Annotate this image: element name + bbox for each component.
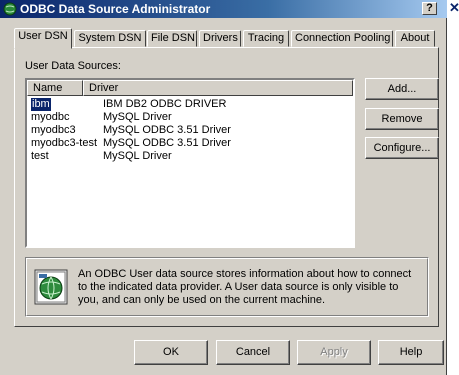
list-item[interactable]: myodbc3-test MySQL ODBC 3.51 Driver [27, 137, 353, 150]
dsn-name: myodbc3 [31, 124, 76, 136]
apply-button-label: Apply [320, 346, 348, 358]
dsn-name: myodbc [31, 111, 70, 123]
remove-button-label: Remove [381, 113, 423, 125]
help-button-label: Help [399, 346, 423, 358]
tab-user-dsn[interactable]: User DSN [14, 28, 72, 49]
tab-system-dsn[interactable]: System DSN [74, 30, 146, 47]
user-dsn-panel: User Data Sources: Name Driver ibm IBM D… [14, 47, 439, 327]
dsn-driver: MySQL Driver [103, 111, 172, 123]
cancel-button-label: Cancel [235, 346, 271, 358]
add-button-label: Add... [387, 83, 417, 95]
tab-about[interactable]: About [395, 30, 435, 47]
remove-button[interactable]: Remove [365, 108, 439, 130]
help-title-button[interactable]: ? [422, 2, 437, 15]
configure-button[interactable]: Configure... [365, 137, 439, 159]
add-button[interactable]: Add... [365, 78, 439, 100]
ok-button[interactable]: OK [134, 340, 208, 365]
info-box: An ODBC User data source stores informat… [25, 257, 429, 317]
dsn-name: test [31, 150, 49, 162]
dsn-name: ibm [30, 97, 52, 112]
list-item[interactable]: ibm IBM DB2 ODBC DRIVER [27, 97, 353, 112]
apply-button[interactable]: Apply [297, 340, 371, 365]
dsn-driver: MySQL ODBC 3.51 Driver [103, 137, 231, 149]
globe-database-icon [34, 269, 68, 305]
cancel-button[interactable]: Cancel [216, 340, 290, 365]
ok-button-label: OK [163, 346, 179, 358]
list-header: Name Driver [27, 80, 353, 96]
column-header-driver[interactable]: Driver [83, 80, 353, 96]
dsn-name: myodbc3-test [31, 137, 98, 149]
help-button[interactable]: Help [378, 340, 444, 365]
list-rows: ibm IBM DB2 ODBC DRIVER myodbc MySQL Dri… [27, 97, 353, 163]
configure-button-label: Configure... [373, 142, 431, 154]
data-sources-list[interactable]: Name Driver ibm IBM DB2 ODBC DRIVER myod… [25, 78, 355, 248]
list-item[interactable]: myodbc MySQL Driver [27, 111, 353, 124]
user-data-sources-label: User Data Sources: [25, 60, 121, 72]
tab-drivers[interactable]: Drivers [199, 30, 241, 47]
close-icon[interactable]: ✕ [449, 1, 459, 14]
odbc-dialog: ODBC Data Source Administrator ? User DS… [0, 0, 447, 375]
odbc-app-icon [3, 2, 17, 16]
list-item[interactable]: myodbc3 MySQL ODBC 3.51 Driver [27, 124, 353, 137]
title-bar[interactable]: ODBC Data Source Administrator ? [0, 0, 447, 18]
info-text: An ODBC User data source stores informat… [78, 268, 412, 306]
tab-tracing[interactable]: Tracing [243, 30, 289, 47]
tab-connection-pooling[interactable]: Connection Pooling [291, 30, 393, 47]
list-item[interactable]: test MySQL Driver [27, 150, 353, 163]
dsn-driver: IBM DB2 ODBC DRIVER [103, 98, 227, 110]
dsn-driver: MySQL ODBC 3.51 Driver [103, 124, 231, 136]
column-header-name[interactable]: Name [27, 80, 83, 96]
dsn-driver: MySQL Driver [103, 150, 172, 162]
tab-file-dsn[interactable]: File DSN [147, 30, 197, 47]
window-title: ODBC Data Source Administrator [20, 2, 211, 16]
